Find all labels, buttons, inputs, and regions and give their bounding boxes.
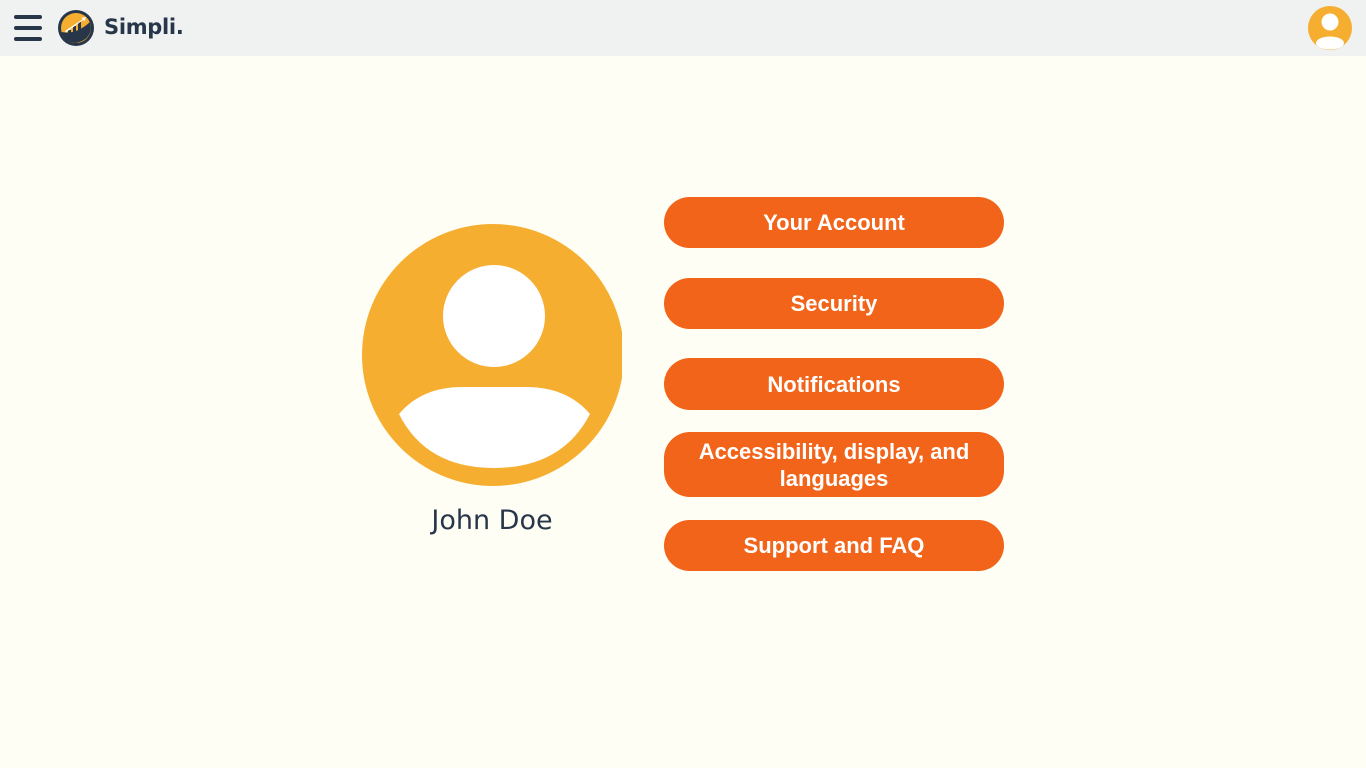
- profile-name: John Doe: [431, 505, 553, 536]
- brand-name: Simpli.: [104, 15, 184, 39]
- accessibility-button[interactable]: Accessibility, display, and languages: [664, 432, 1004, 497]
- hamburger-menu-icon[interactable]: [14, 15, 42, 41]
- your-account-button[interactable]: Your Account: [664, 197, 1004, 248]
- support-faq-button[interactable]: Support and FAQ: [664, 520, 1004, 571]
- profile-avatar-icon: [362, 224, 622, 486]
- bar-chart-logo-icon: [58, 10, 94, 46]
- top-bar: Simpli.: [0, 0, 1366, 56]
- user-avatar-icon[interactable]: [1307, 5, 1353, 51]
- security-button[interactable]: Security: [664, 278, 1004, 329]
- notifications-button[interactable]: Notifications: [664, 358, 1004, 410]
